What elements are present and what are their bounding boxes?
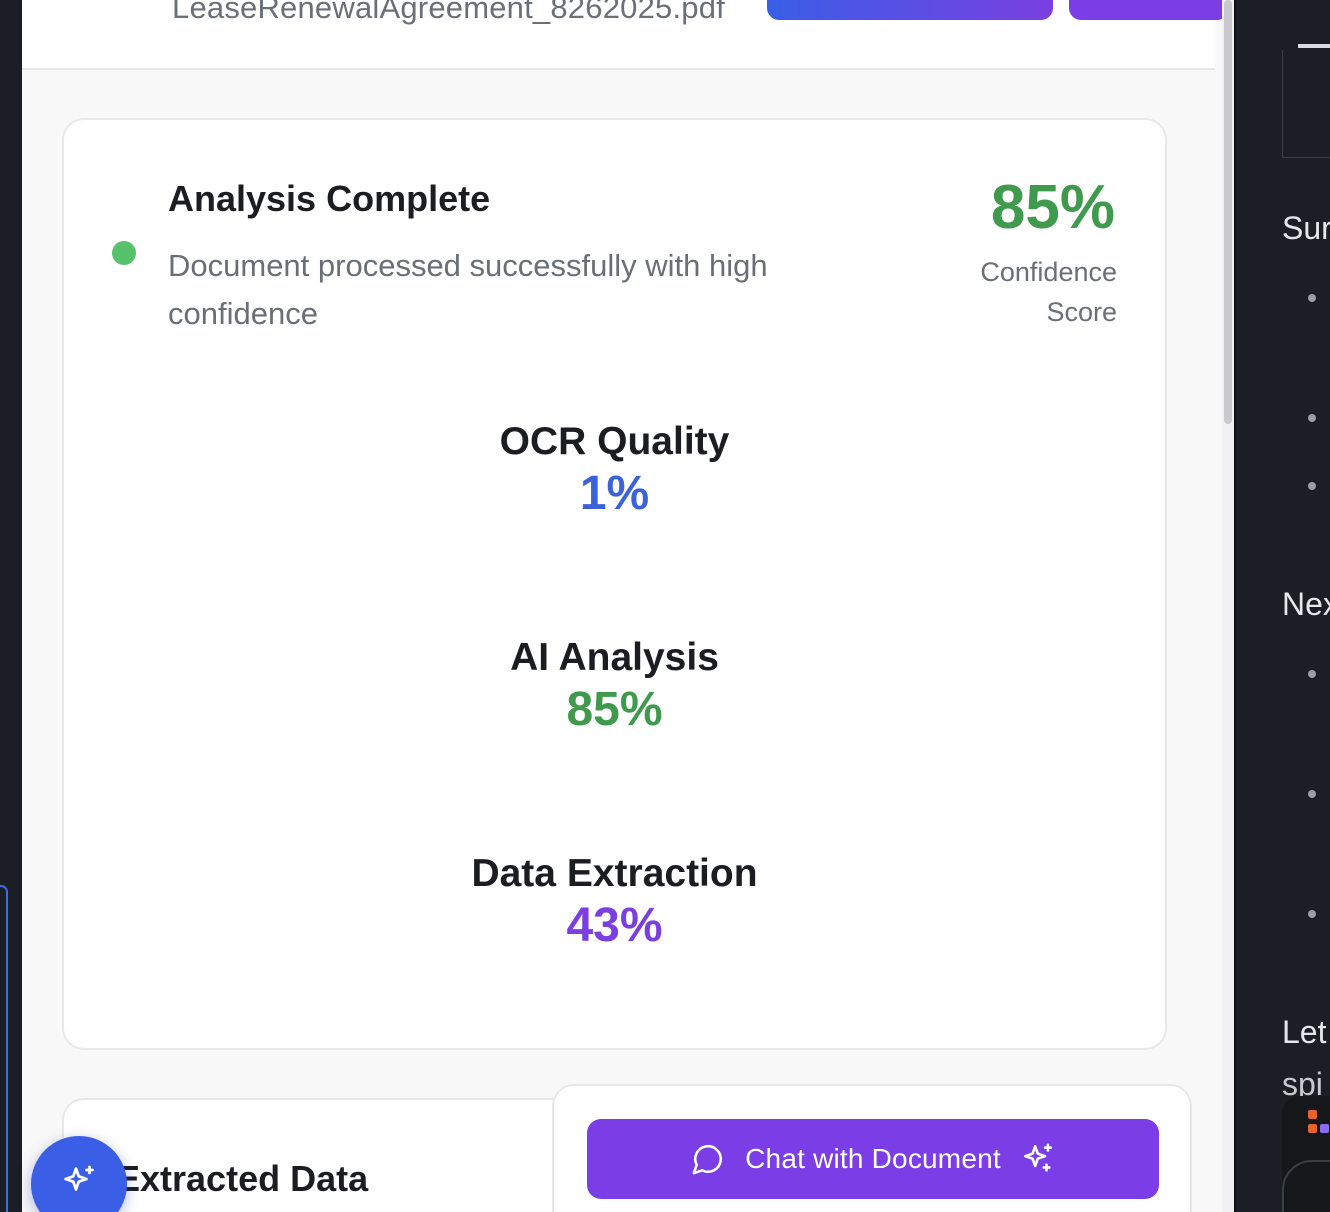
- metric-value: 1%: [579, 467, 650, 520]
- header-action-button-primary[interactable]: [767, 0, 1053, 20]
- header-action-button-secondary[interactable]: [1069, 0, 1222, 20]
- analysis-title: Analysis Complete: [168, 178, 491, 219]
- list-bullet: [1308, 790, 1316, 798]
- metric-label: OCR Quality: [499, 420, 730, 463]
- metric-ai-analysis: AI Analysis 85%: [64, 636, 1165, 737]
- document-analysis-panel: LeaseRenewalAgreement_8262025.pdf Analys…: [22, 0, 1222, 1212]
- side-heading: Sur: [1282, 210, 1330, 246]
- scrollbar-thumb[interactable]: [1224, 0, 1232, 424]
- list-bullet: [1308, 414, 1316, 422]
- metric-ocr-quality: OCR Quality 1%: [64, 420, 1165, 521]
- app-logo-icon: [1308, 1110, 1317, 1119]
- confidence-score-label: Confidence Score: [980, 257, 1117, 327]
- extracted-data-card: Extracted Data: [62, 1098, 582, 1212]
- chat-with-document-button[interactable]: Chat with Document: [587, 1119, 1159, 1199]
- extracted-data-title: Extracted Data: [116, 1158, 369, 1199]
- metric-data-extraction: Data Extraction 43%: [64, 852, 1165, 953]
- list-bullet: [1308, 910, 1316, 918]
- app-logo-icon: [1308, 1124, 1317, 1133]
- app-logo-icon: [1320, 1124, 1329, 1133]
- chat-button-label: Chat with Document: [745, 1143, 1001, 1174]
- right-side-panel: Sur Nex Let spi: [1234, 0, 1330, 1212]
- document-header: LeaseRenewalAgreement_8262025.pdf: [22, 0, 1222, 70]
- metric-label: AI Analysis: [510, 636, 719, 679]
- side-heading: Nex: [1282, 586, 1330, 622]
- metric-label: Data Extraction: [471, 852, 758, 895]
- analysis-subtitle: Document processed successfully with hig…: [168, 248, 768, 331]
- active-tab-indicator: [1298, 44, 1330, 48]
- list-bullet: [1308, 670, 1316, 678]
- list-bullet: [1308, 482, 1316, 490]
- analysis-summary-card: Analysis Complete Document processed suc…: [62, 118, 1167, 1050]
- document-filename: LeaseRenewalAgreement_8262025.pdf: [172, 0, 725, 25]
- main-scrollbar[interactable]: [1222, 0, 1234, 1212]
- chat-bubble-icon: [691, 1142, 725, 1176]
- left-selection-outline: [0, 885, 8, 1212]
- side-panel-box: [1282, 50, 1330, 158]
- chat-panel: Chat with Document: [552, 1084, 1192, 1212]
- sparkles-icon: [1021, 1142, 1055, 1176]
- confidence-score-value: 85%: [990, 173, 1115, 242]
- list-bullet: [1308, 294, 1316, 302]
- metric-value: 85%: [566, 683, 663, 736]
- sparkles-icon: [61, 1164, 97, 1205]
- left-sidebar-edge: [0, 0, 22, 1212]
- status-indicator-dot: [112, 241, 136, 265]
- side-text: Let: [1282, 1014, 1327, 1050]
- metric-value: 43%: [566, 899, 663, 952]
